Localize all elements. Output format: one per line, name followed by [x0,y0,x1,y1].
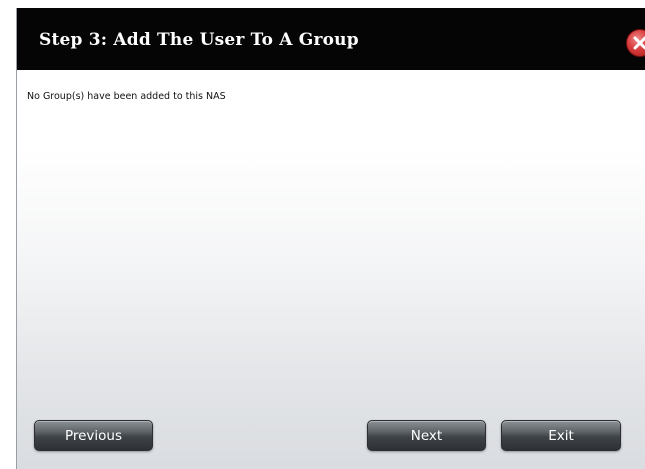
close-button[interactable] [626,29,645,57]
next-button[interactable]: Next [367,420,486,451]
previous-button[interactable]: Previous [34,420,153,451]
empty-groups-message: No Group(s) have been added to this NAS [27,91,226,102]
wizard-dialog: Step 3: Add The User To A Group No Group… [16,8,645,469]
background-strip [0,0,645,8]
dialog-titlebar: Step 3: Add The User To A Group [17,8,645,70]
dialog-title: Step 3: Add The User To A Group [39,30,359,50]
exit-button[interactable]: Exit [501,420,621,451]
close-icon [633,36,645,50]
wizard-window: Step 3: Add The User To A Group No Group… [0,0,645,469]
